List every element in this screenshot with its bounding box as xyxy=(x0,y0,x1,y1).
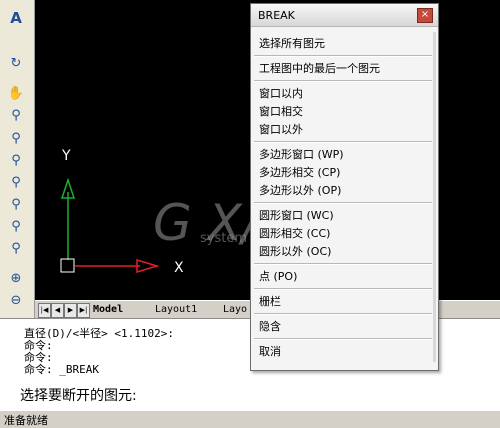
y-axis-label: Y xyxy=(61,148,71,164)
menu-separator xyxy=(254,338,432,340)
menu-separator xyxy=(254,263,432,265)
zoom-realtime-icon[interactable]: ⚲ xyxy=(5,105,27,125)
zoom-scale-icon[interactable]: ⚲ xyxy=(5,172,27,192)
menu-item-circle-crossing[interactable]: 圆形相交 (CC) xyxy=(259,225,330,241)
redo-icon[interactable]: ↻ xyxy=(5,53,27,73)
close-icon[interactable]: × xyxy=(417,8,433,23)
zoom-dynamic-icon[interactable]: ⚲ xyxy=(5,150,27,170)
menu-item-polygon-crossing[interactable]: 多边形相交 (CP) xyxy=(259,164,340,180)
text-icon[interactable]: A xyxy=(5,8,27,28)
next-tab-button[interactable]: ▶ xyxy=(64,303,77,318)
menu-item-last-entity[interactable]: 工程图中的最后一个图元 xyxy=(259,60,380,76)
menu-item-polygon-outside[interactable]: 多边形以外 (OP) xyxy=(259,182,341,198)
zoom-all-icon[interactable]: ⚲ xyxy=(5,238,27,258)
pan-hand-icon[interactable]: ✋ xyxy=(5,83,27,103)
menu-item-cancel[interactable]: 取消 xyxy=(259,343,281,359)
menu-separator xyxy=(254,80,432,82)
last-tab-button[interactable]: ▶| xyxy=(77,303,90,318)
menu-title-bar: BREAK × xyxy=(251,4,438,27)
x-axis-label: X xyxy=(174,260,184,276)
watermark-sub: system xyxy=(200,231,247,246)
left-toolbar: A ↻ ✋ ⚲ ⚲ ⚲ ⚲ ⚲ ⚲ ⚲ ⊕ ⊖ xyxy=(0,0,35,318)
first-tab-button[interactable]: |◀ xyxy=(38,303,51,318)
command-history-line: 命令: _BREAK xyxy=(24,363,99,376)
zoom-center-icon[interactable]: ⚲ xyxy=(5,194,27,214)
menu-separator xyxy=(254,202,432,204)
menu-item-select-all[interactable]: 选择所有图元 xyxy=(259,35,325,51)
menu-separator xyxy=(254,141,432,143)
prev-tab-button[interactable]: ◀ xyxy=(51,303,64,318)
menu-item-implied[interactable]: 隐含 xyxy=(259,318,281,334)
command-prompt[interactable]: 选择要断开的图元: xyxy=(20,385,137,405)
menu-separator xyxy=(254,288,432,290)
zoom-in-icon[interactable]: ⊕ xyxy=(5,268,27,288)
menu-title: BREAK xyxy=(258,9,295,22)
menu-item-circle-window[interactable]: 圆形窗口 (WC) xyxy=(259,207,334,223)
menu-item-point[interactable]: 点 (PO) xyxy=(259,268,297,284)
menu-item-window-inside[interactable]: 窗口以内 xyxy=(259,85,303,101)
ucs-origin-box xyxy=(60,258,75,273)
menu-separator xyxy=(254,55,432,57)
menu-item-circle-outside[interactable]: 圆形以外 (OC) xyxy=(259,243,331,259)
menu-separator xyxy=(254,313,432,315)
menu-item-window-crossing[interactable]: 窗口相交 xyxy=(259,103,303,119)
menu-scrollbar[interactable] xyxy=(433,32,436,362)
status-bar: 准备就绪 xyxy=(0,410,500,427)
tab-layout1[interactable]: Layout1 xyxy=(155,303,197,317)
zoom-out-icon[interactable]: ⊖ xyxy=(5,290,27,310)
tab-model[interactable]: Model xyxy=(93,303,123,317)
menu-item-polygon-window[interactable]: 多边形窗口 (WP) xyxy=(259,146,344,162)
tab-layout2[interactable]: Layo xyxy=(223,303,247,317)
menu-item-fence[interactable]: 栅栏 xyxy=(259,293,281,309)
zoom-object-icon[interactable]: ⚲ xyxy=(5,216,27,236)
menu-item-window-outside[interactable]: 窗口以外 xyxy=(259,121,303,137)
break-selection-menu: BREAK × 选择所有图元 工程图中的最后一个图元 窗口以内 窗口相交 窗口以… xyxy=(250,3,439,371)
zoom-window-icon[interactable]: ⚲ xyxy=(5,128,27,148)
